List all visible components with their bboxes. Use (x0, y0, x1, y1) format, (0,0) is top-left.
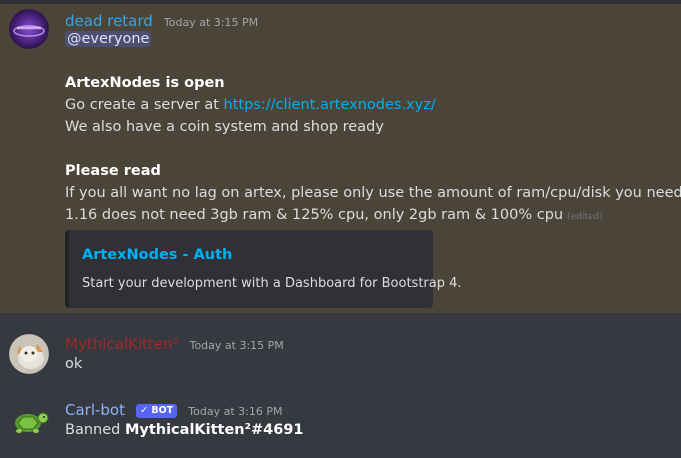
server-link[interactable]: https://client.artexnodes.xyz/ (224, 97, 436, 113)
turtle-icon (15, 412, 49, 433)
link-prefix-text: Go create a server at (65, 97, 224, 113)
message-line-coins: We also have a coin system and shop read… (65, 119, 384, 135)
timestamp: Today at 3:16 PM (188, 405, 283, 418)
message-highlighted: dead retard Today at 3:15 PM @everyone A… (0, 4, 681, 313)
embed-description: Start your development with a Dashboard … (82, 276, 462, 291)
avatar[interactable] (9, 334, 49, 374)
timestamp: Today at 3:15 PM (189, 339, 284, 352)
avatar[interactable] (9, 9, 49, 49)
avatar-image (9, 334, 49, 374)
message-line-mention: @everyone (65, 31, 152, 47)
message-line-lag: If you all want no lag on artex, please … (65, 185, 681, 201)
message-header: Carl-bot ✓ BOT Today at 3:16 PM (65, 400, 282, 419)
message-text: ok (65, 356, 83, 372)
message: MythicalKitten² Today at 3:15 PM ok (0, 313, 681, 383)
link-embed: ArtexNodes - Auth Start your development… (65, 230, 462, 308)
everyone-mention[interactable]: @everyone (65, 31, 152, 47)
message-header: dead retard Today at 3:15 PM (65, 11, 258, 30)
bot-badge: ✓ BOT (136, 404, 178, 418)
embed-title[interactable]: ArtexNodes - Auth (82, 247, 232, 263)
heading-please-read: Please read (65, 163, 161, 179)
heading-artexnodes: ArtexNodes is open (65, 75, 225, 91)
username[interactable]: dead retard (65, 12, 153, 30)
ram-text: 1.16 does not need 3gb ram & 125% cpu, o… (65, 207, 564, 223)
message: Carl-bot ✓ BOT Today at 3:16 PM Banned M… (0, 383, 681, 458)
message-header: MythicalKitten² Today at 3:15 PM (65, 334, 284, 353)
timestamp: Today at 3:15 PM (163, 16, 259, 29)
message-line-link: Go create a server at https://client.art… (65, 97, 436, 113)
edited-label: (edited) (567, 212, 603, 222)
avatar-image (9, 9, 49, 49)
username[interactable]: MythicalKitten² (65, 335, 179, 353)
avatar[interactable] (9, 400, 49, 440)
message-text: Banned MythicalKitten²#4691 (65, 422, 304, 438)
username[interactable]: Carl-bot (65, 401, 125, 419)
message-line-ram: 1.16 does not need 3gb ram & 125% cpu, o… (65, 207, 603, 223)
banned-user: MythicalKitten²#4691 (124, 422, 304, 438)
banned-prefix: Banned (65, 422, 125, 438)
